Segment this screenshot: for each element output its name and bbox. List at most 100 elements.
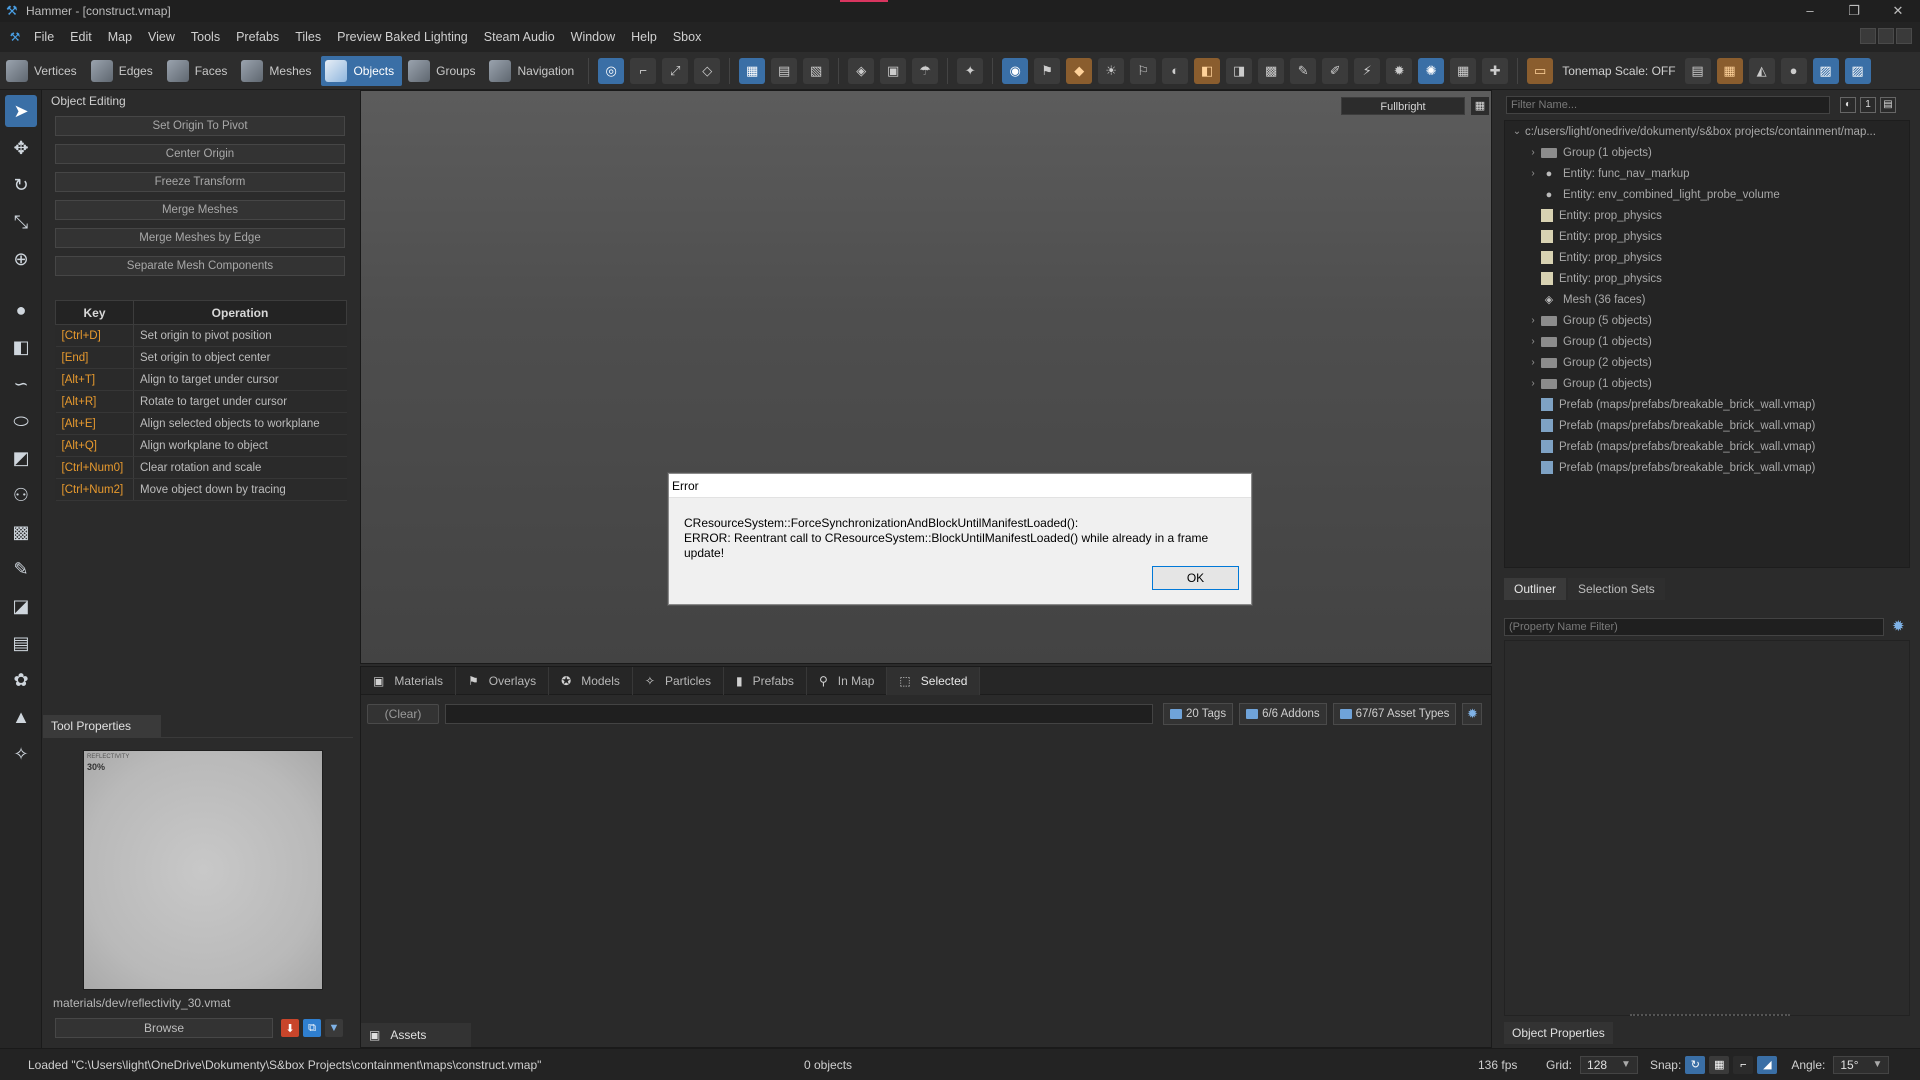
document-icon[interactable]: ▤ bbox=[1880, 97, 1896, 113]
tree-row[interactable]: Entity: prop_physics bbox=[1505, 247, 1909, 268]
skybox-icon[interactable]: ✚ bbox=[1482, 57, 1509, 84]
path-tool-icon[interactable]: ∽ bbox=[5, 368, 37, 400]
menu-sbox[interactable]: Sbox bbox=[665, 22, 710, 52]
menu-help[interactable]: Help bbox=[623, 22, 665, 52]
layout-button-1[interactable] bbox=[1860, 28, 1876, 44]
property-name-filter-input[interactable]: (Property Name Filter) bbox=[1504, 618, 1884, 636]
angle-select[interactable]: 15° ▼ bbox=[1833, 1055, 1890, 1074]
browse-button[interactable]: Browse bbox=[55, 1018, 273, 1038]
tree-row[interactable]: Entity: prop_physics bbox=[1505, 226, 1909, 247]
lights-visibility-icon[interactable]: ☀ bbox=[1098, 57, 1125, 84]
meshes-visibility-icon[interactable]: ◧ bbox=[1194, 57, 1221, 84]
umbrella-icon[interactable]: ☂ bbox=[912, 57, 939, 84]
polygon-tool-icon[interactable]: ⬭ bbox=[5, 405, 37, 437]
menu-window[interactable]: Window bbox=[563, 22, 623, 52]
menu-map[interactable]: Map bbox=[100, 22, 140, 52]
pivot-tool-icon[interactable]: ⊕ bbox=[5, 243, 37, 275]
mode-faces-button[interactable]: Faces bbox=[163, 56, 236, 86]
scale-tool-icon[interactable]: ⤡ bbox=[5, 206, 37, 238]
eyedropper-icon[interactable]: ⬇ bbox=[281, 1019, 299, 1037]
snap-world-icon[interactable]: ▤ bbox=[771, 57, 798, 84]
tree-row[interactable]: ◈ Mesh (36 faces) bbox=[1505, 289, 1909, 310]
menu-steam-audio[interactable]: Steam Audio bbox=[476, 22, 563, 52]
tree-row[interactable]: Prefab (maps/prefabs/breakable_brick_wal… bbox=[1505, 415, 1909, 436]
tree-row[interactable]: › Group (1 objects) bbox=[1505, 331, 1909, 352]
entities-icon[interactable]: ⚑ bbox=[1034, 57, 1061, 84]
expand-arrow-icon[interactable]: ⌄ bbox=[1509, 126, 1525, 137]
tab-assets[interactable]: ▣ Assets bbox=[361, 1023, 471, 1047]
restore-button[interactable]: ❐ bbox=[1832, 0, 1876, 22]
clip-tool-icon[interactable]: ◩ bbox=[5, 442, 37, 474]
tools-visibility-icon[interactable]: ✐ bbox=[1322, 57, 1349, 84]
tree-row[interactable]: Prefab (maps/prefabs/breakable_brick_wal… bbox=[1505, 436, 1909, 457]
tiles-visibility-icon[interactable]: ◨ bbox=[1226, 57, 1253, 84]
mode-groups-button[interactable]: Groups bbox=[404, 56, 483, 86]
asset-types-filter-button[interactable]: 67/67 Asset Types bbox=[1332, 703, 1457, 725]
material-preview[interactable]: REFLECTIVITY 30% bbox=[83, 750, 323, 990]
tree-row[interactable]: Prefab (maps/prefabs/breakable_brick_wal… bbox=[1505, 457, 1909, 478]
light-bulb-icon[interactable]: ● bbox=[5, 294, 37, 326]
grid-size-select[interactable]: 128 ▼ bbox=[1580, 1055, 1638, 1074]
texture-tool-icon[interactable]: ▩ bbox=[5, 516, 37, 548]
mode-edges-button[interactable]: Edges bbox=[87, 56, 161, 86]
menu-edit[interactable]: Edit bbox=[62, 22, 100, 52]
gear-icon[interactable]: ✹ bbox=[1462, 703, 1483, 725]
dropdown-icon[interactable]: ▼ bbox=[325, 1019, 343, 1037]
merge-meshes-button[interactable]: Merge Meshes bbox=[55, 200, 345, 220]
tonemap-dropdown[interactable]: Tonemap Scale: OFF bbox=[1562, 64, 1675, 78]
ok-button[interactable]: OK bbox=[1152, 566, 1239, 590]
tile-tool-icon[interactable]: ▤ bbox=[5, 627, 37, 659]
layout-button-2[interactable] bbox=[1878, 28, 1894, 44]
visibility-icon[interactable]: ◉ bbox=[1002, 57, 1029, 84]
block-tool-icon[interactable]: ◧ bbox=[5, 331, 37, 363]
mode-vertices-button[interactable]: Vertices bbox=[2, 56, 85, 86]
terrain-tool-icon[interactable]: ▲ bbox=[5, 701, 37, 733]
menu-tiles[interactable]: Tiles bbox=[287, 22, 329, 52]
hatch-icon[interactable]: ▨ bbox=[1844, 57, 1871, 84]
tab-selected[interactable]: ⬚ Selected bbox=[887, 666, 981, 695]
layout-single-icon[interactable]: ▤ bbox=[1684, 57, 1711, 84]
snap-local-icon[interactable]: ▦ bbox=[739, 57, 766, 84]
expand-arrow-icon[interactable]: › bbox=[1525, 336, 1541, 347]
clear-filter-button[interactable]: (Clear) bbox=[367, 704, 439, 724]
snap-angle-icon[interactable]: ◢ bbox=[1757, 1055, 1778, 1074]
tree-row[interactable]: ⌄ c:/users/light/onedrive/dokumenty/s&box… bbox=[1505, 121, 1909, 142]
visibility-toggle-icon[interactable]: ◐ bbox=[1840, 97, 1856, 113]
tree-row[interactable]: Entity: prop_physics bbox=[1505, 268, 1909, 289]
outliner-tree[interactable]: ⌄ c:/users/light/onedrive/dokumenty/s&box… bbox=[1504, 120, 1910, 568]
tree-row[interactable]: Prefab (maps/prefabs/breakable_brick_wal… bbox=[1505, 394, 1909, 415]
tab-tool-properties[interactable]: Tool Properties bbox=[43, 715, 161, 737]
tab-selection-sets[interactable]: Selection Sets bbox=[1568, 578, 1665, 600]
tree-row[interactable]: › Group (2 objects) bbox=[1505, 352, 1909, 373]
filter-name-input[interactable]: Filter Name... bbox=[1506, 96, 1830, 114]
entity-tool-icon[interactable]: ✧ bbox=[5, 738, 37, 770]
vertex-tool-icon[interactable]: ⚇ bbox=[5, 479, 37, 511]
camera-icon[interactable]: ◭ bbox=[1748, 57, 1775, 84]
mode-navigation-button[interactable]: Navigation bbox=[485, 56, 582, 86]
snap-grid-icon[interactable]: ▦ bbox=[1709, 1055, 1730, 1074]
minimize-button[interactable]: – bbox=[1788, 0, 1832, 22]
mode-objects-button[interactable]: Objects bbox=[321, 55, 403, 86]
expand-arrow-icon[interactable]: › bbox=[1525, 378, 1541, 389]
grid-overlay-icon[interactable]: ▦ bbox=[1450, 57, 1477, 84]
expand-arrow-icon[interactable]: › bbox=[1525, 147, 1541, 158]
menu-tools[interactable]: Tools bbox=[183, 22, 228, 52]
panel-resize-handle[interactable] bbox=[1630, 1014, 1790, 1016]
wireframe-icon[interactable]: ▨ bbox=[1812, 57, 1839, 84]
texture-lock-icon[interactable]: ◈ bbox=[848, 57, 875, 84]
snap-rotate-icon[interactable]: ↻ bbox=[1685, 1055, 1706, 1074]
tab-overlays[interactable]: ⚑ Overlays bbox=[456, 666, 550, 695]
models-visibility-icon[interactable]: ◆ bbox=[1066, 57, 1093, 84]
bounds-icon[interactable]: ◇ bbox=[694, 57, 721, 84]
paint-brush-icon[interactable]: ✎ bbox=[5, 553, 37, 585]
scale-icon[interactable]: ⤢ bbox=[662, 57, 689, 84]
light-preview-icon[interactable]: ● bbox=[1780, 57, 1807, 84]
snap-vertex-icon[interactable]: ⌐ bbox=[1733, 1055, 1754, 1074]
runner-icon[interactable]: ⚡ bbox=[1354, 57, 1381, 84]
cables-visibility-icon[interactable]: ✎ bbox=[1290, 57, 1317, 84]
render-mode-dropdown[interactable]: Fullbright bbox=[1341, 97, 1465, 115]
foliage-tool-icon[interactable]: ✿ bbox=[5, 664, 37, 696]
viewport-layout-icon[interactable]: ▦ bbox=[1471, 97, 1489, 115]
expand-arrow-icon[interactable]: › bbox=[1525, 357, 1541, 368]
mode-meshes-button[interactable]: Meshes bbox=[237, 56, 319, 86]
